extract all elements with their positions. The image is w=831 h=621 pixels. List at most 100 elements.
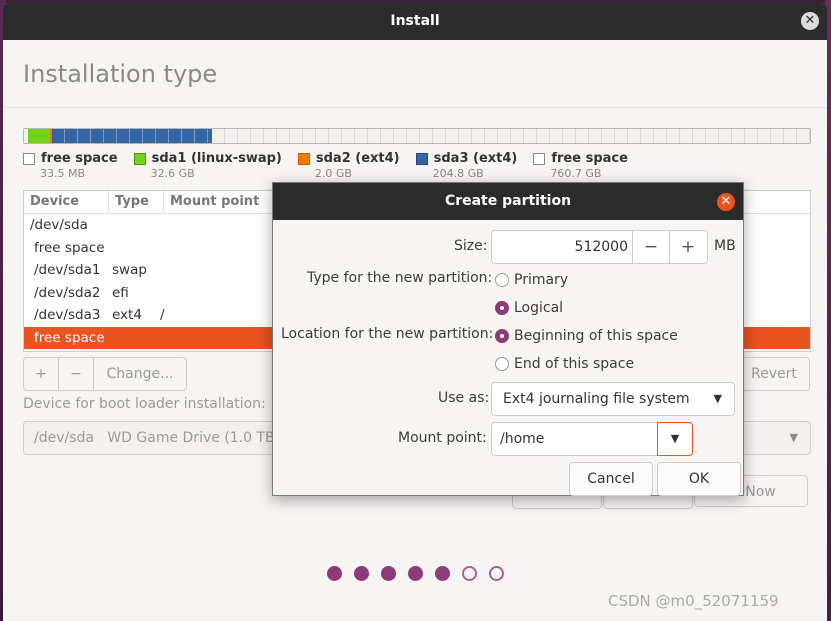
mount-point-input[interactable]: /home bbox=[491, 422, 659, 456]
cancel-button[interactable]: Cancel bbox=[569, 462, 653, 496]
legend-swatch bbox=[297, 152, 310, 165]
legend-size: 32.6 GB bbox=[150, 167, 195, 180]
add-partition-button[interactable]: + bbox=[24, 358, 59, 390]
disk-segment-sda1 bbox=[28, 129, 50, 143]
cell-mount bbox=[160, 259, 220, 282]
chevron-down-icon: ▼ bbox=[789, 431, 798, 444]
cell-device: free space bbox=[34, 329, 105, 346]
dialog-close-icon[interactable]: ✕ bbox=[717, 193, 735, 211]
progress-dot bbox=[435, 566, 450, 581]
divider bbox=[3, 107, 827, 108]
cell-mount: / bbox=[160, 307, 165, 323]
legend-swatch bbox=[23, 152, 35, 165]
legend-swatch bbox=[133, 152, 146, 165]
radio-selected-icon bbox=[495, 301, 509, 315]
radio-beginning[interactable]: Beginning of this space bbox=[495, 328, 678, 344]
partition-button-group: + − Change... bbox=[23, 357, 187, 391]
mount-point-dropdown-button[interactable]: ▼ bbox=[657, 422, 693, 456]
cell-mount bbox=[160, 282, 220, 305]
radio-icon bbox=[495, 273, 509, 287]
progress-dot bbox=[408, 566, 423, 581]
cell-mount bbox=[160, 327, 220, 350]
progress-dot bbox=[381, 566, 396, 581]
cell-device: /dev/sda2 bbox=[34, 284, 101, 301]
legend-size: 204.8 GB bbox=[432, 167, 484, 180]
progress-dot bbox=[489, 566, 504, 581]
legend-label: sda1 (linux-swap) bbox=[151, 151, 282, 166]
size-unit: MB bbox=[714, 238, 736, 254]
cell-type: swap bbox=[112, 262, 147, 278]
window-titlebar: Install ✕ bbox=[3, 3, 827, 40]
window-title: Install bbox=[390, 13, 440, 29]
size-increment-button[interactable]: + bbox=[669, 231, 706, 263]
cell-device: /dev/sda bbox=[30, 217, 88, 233]
legend-item: sda2 (ext4) 2.0 GB bbox=[297, 151, 400, 180]
radio-icon bbox=[495, 357, 509, 371]
cell-type bbox=[112, 327, 160, 350]
location-label: Location for the new partition: bbox=[281, 326, 494, 342]
radio-primary[interactable]: Primary bbox=[495, 272, 568, 288]
radio-end-label: End of this space bbox=[514, 356, 635, 372]
progress-dots bbox=[327, 566, 516, 581]
cell-mount bbox=[160, 237, 220, 260]
size-decrement-button[interactable]: − bbox=[632, 231, 669, 263]
progress-dot bbox=[354, 566, 369, 581]
cell-type: efi bbox=[112, 284, 129, 301]
radio-selected-icon bbox=[495, 329, 509, 343]
column-header-type[interactable]: Type bbox=[109, 191, 164, 213]
revert-button[interactable]: Revert bbox=[739, 357, 810, 391]
change-partition-button[interactable]: Change... bbox=[94, 358, 186, 390]
dialog-titlebar: Create partition ✕ bbox=[273, 183, 743, 220]
cell-type: ext4 bbox=[112, 307, 142, 323]
cell-device: /dev/sda3 bbox=[34, 307, 101, 323]
legend-size: 33.5 MB bbox=[40, 167, 86, 180]
radio-logical-label: Logical bbox=[514, 300, 564, 316]
mount-point-label: Mount point: bbox=[398, 430, 487, 446]
legend-item: free space 760.7 GB bbox=[533, 151, 628, 180]
cell-type bbox=[108, 214, 156, 237]
legend-swatch bbox=[415, 152, 428, 165]
radio-primary-label: Primary bbox=[514, 272, 569, 288]
use-as-label: Use as: bbox=[438, 390, 490, 406]
legend-item: sda3 (ext4) 204.8 GB bbox=[415, 151, 518, 180]
create-partition-dialog: Create partition ✕ Size: 512000 − + MB T… bbox=[272, 182, 744, 496]
radio-beginning-label: Beginning of this space bbox=[514, 328, 678, 344]
size-spinbox: 512000 − + bbox=[491, 230, 708, 264]
column-header-device[interactable]: Device bbox=[24, 191, 109, 213]
chevron-down-icon: ▼ bbox=[713, 392, 722, 405]
use-as-select[interactable]: Ext4 journaling file system ▼ bbox=[491, 382, 735, 416]
ok-button[interactable]: OK bbox=[657, 462, 741, 496]
cell-device: free space bbox=[34, 239, 105, 256]
size-label: Size: bbox=[454, 238, 488, 254]
page-title: Installation type bbox=[23, 60, 218, 88]
mount-point-value: /home bbox=[500, 431, 545, 447]
legend-size: 2.0 GB bbox=[314, 167, 352, 180]
radio-end[interactable]: End of this space bbox=[495, 356, 634, 372]
disk-segment-free-2 bbox=[212, 129, 810, 143]
legend-label: sda2 (ext4) bbox=[315, 151, 400, 166]
legend-size: 760.7 GB bbox=[550, 167, 602, 180]
boot-loader-value: /dev/sda WD Game Drive (1.0 TB) bbox=[34, 430, 281, 446]
dialog-title: Create partition bbox=[444, 193, 572, 209]
legend-item: free space 33.5 MB bbox=[23, 151, 118, 180]
remove-partition-button[interactable]: − bbox=[59, 358, 94, 390]
cell-type bbox=[112, 237, 160, 260]
progress-dot bbox=[327, 566, 342, 581]
cell-device: /dev/sda1 bbox=[34, 262, 101, 278]
chevron-down-icon: ▼ bbox=[670, 432, 680, 445]
boot-loader-label: Device for boot loader installation: bbox=[23, 396, 266, 412]
window-close-icon[interactable]: ✕ bbox=[801, 12, 819, 30]
progress-dot bbox=[462, 566, 477, 581]
size-input[interactable]: 512000 bbox=[492, 231, 632, 263]
partition-type-label: Type for the new partition: bbox=[307, 270, 493, 286]
disk-usage-bar bbox=[23, 128, 811, 144]
legend-swatch bbox=[533, 152, 546, 165]
legend-item: sda1 (linux-swap) 32.6 GB bbox=[133, 151, 282, 180]
legend-label: sda3 (ext4) bbox=[433, 151, 518, 166]
radio-logical[interactable]: Logical bbox=[495, 300, 563, 316]
use-as-value: Ext4 journaling file system bbox=[503, 391, 690, 407]
disk-segment-sda3 bbox=[52, 129, 212, 143]
cell-mount bbox=[156, 214, 216, 237]
column-header-mount[interactable]: Mount point bbox=[164, 191, 273, 213]
legend-label: free space bbox=[41, 151, 118, 166]
